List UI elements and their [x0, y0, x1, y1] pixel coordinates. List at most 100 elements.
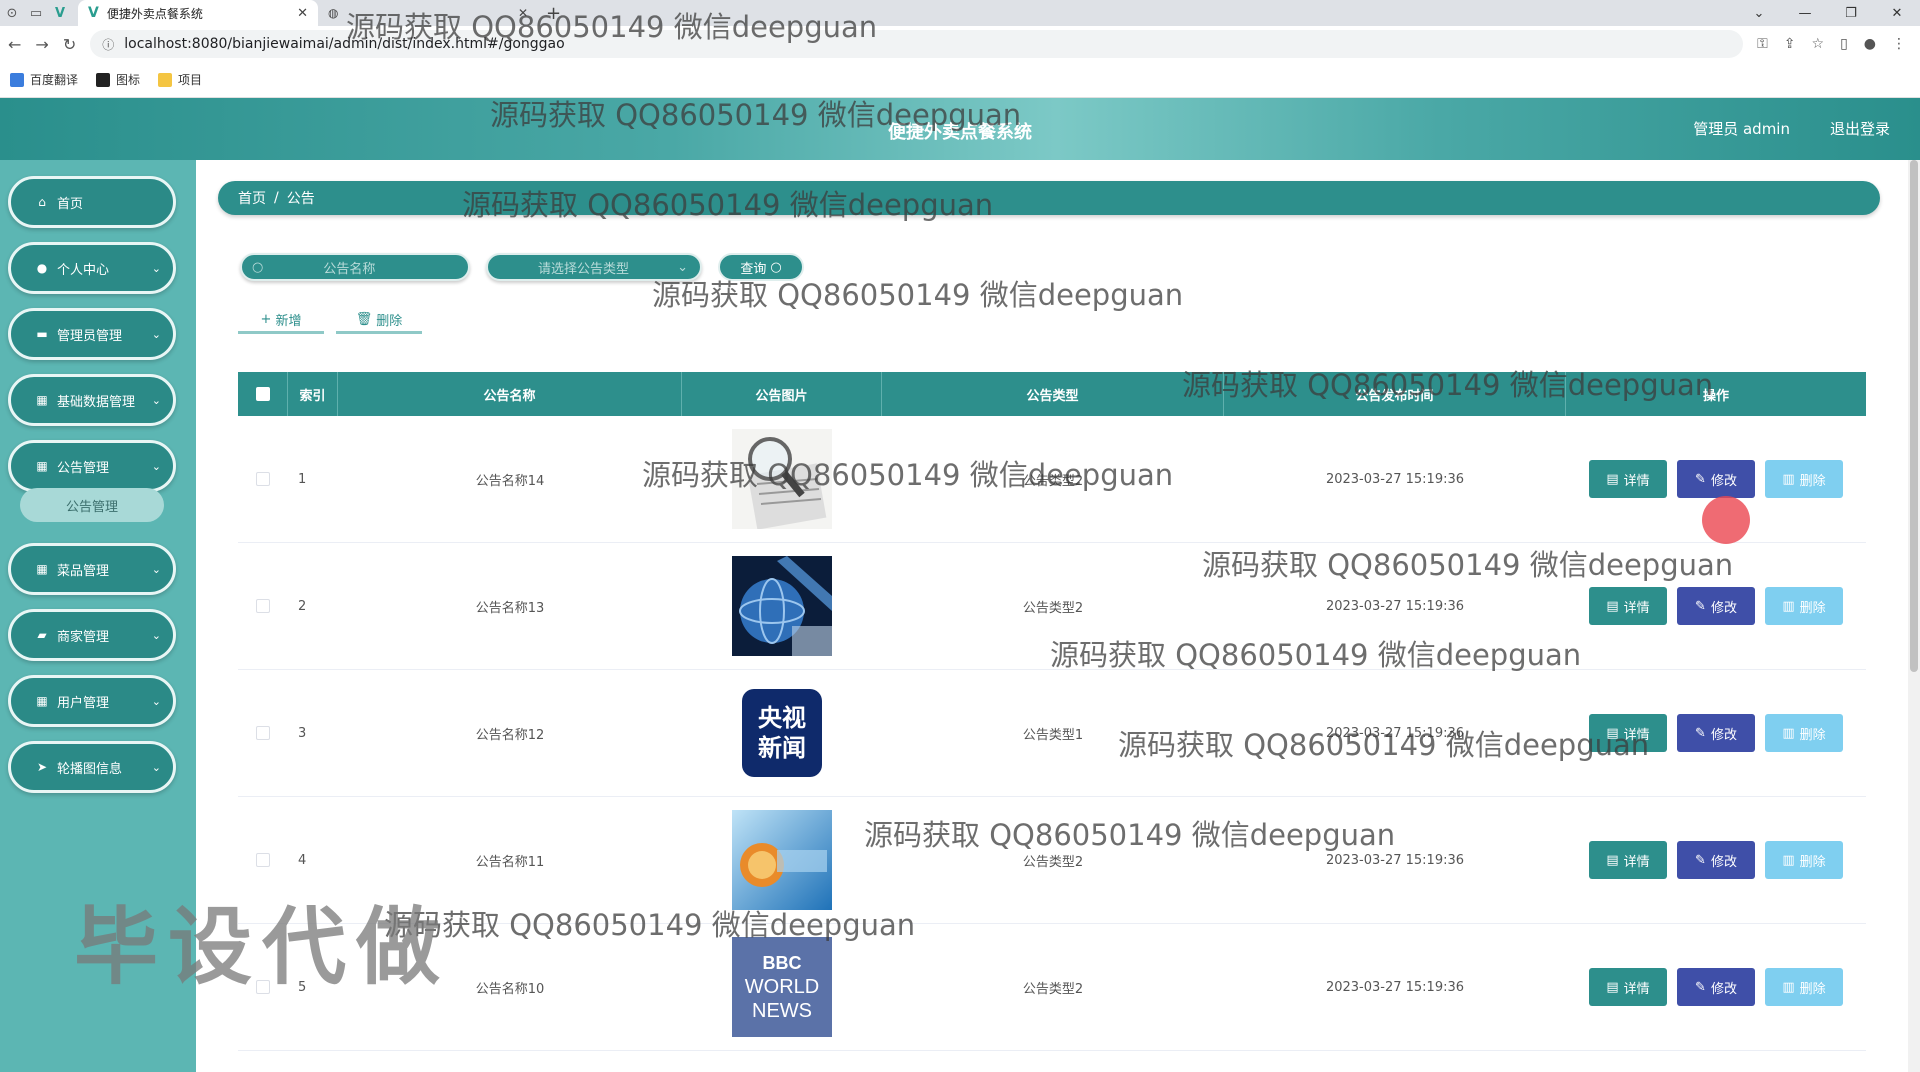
app-title: 便捷外卖点餐系统	[888, 122, 1032, 143]
bookmark-icons[interactable]: 图标	[96, 71, 140, 88]
query-button[interactable]: 查询 ○	[718, 253, 804, 281]
row-type: 公告类型2	[1022, 854, 1084, 870]
detail-button[interactable]: ▤ 详情	[1589, 714, 1667, 752]
close-window-icon[interactable]: ✕	[1874, 0, 1920, 26]
scrollbar-thumb[interactable]	[1910, 160, 1918, 672]
edit-button[interactable]: ✎ 修改	[1677, 460, 1755, 498]
header-name: 公告名称	[338, 372, 682, 416]
doc-icon: ▤	[1606, 725, 1619, 741]
cctv-news-image: 央视 新闻	[732, 683, 832, 783]
edit-button[interactable]: ✎ 修改	[1677, 968, 1755, 1006]
notice-name-search-input[interactable]: ○ 公告名称	[240, 253, 470, 281]
sidebar-item-profile[interactable]: ● 个人中心 ⌄	[8, 242, 176, 294]
grid-icon: ▦	[36, 459, 48, 473]
chevron-down-icon: ⌄	[151, 628, 161, 642]
submenu-notice-management[interactable]: 公告管理	[20, 488, 164, 522]
row-index: 3	[298, 725, 307, 741]
back-icon[interactable]: ←	[8, 35, 21, 54]
table-row: 5 公告名称10 BBC WORLD NEWS 公告类型2 2023-03-27…	[238, 924, 1866, 1051]
new-tab-button[interactable]: +	[538, 3, 569, 24]
more-icon[interactable]: ⋮	[1892, 36, 1906, 52]
trash-icon: ▥	[1782, 979, 1795, 995]
detail-button[interactable]: ▤ 详情	[1589, 587, 1667, 625]
close-tab-icon[interactable]: ✕	[297, 6, 308, 21]
vue-tab-icon[interactable]: V	[48, 0, 72, 26]
delete-button[interactable]: ▥ 删除	[1765, 841, 1843, 879]
pencil-icon: ✎	[1695, 725, 1706, 741]
close-tab2-icon[interactable]: ✕	[518, 6, 528, 20]
browser-menu-icon[interactable]: ⊙	[0, 0, 24, 26]
header-image: 公告图片	[682, 372, 882, 416]
reload-icon[interactable]: ↻	[63, 35, 76, 54]
delete-button[interactable]: ▥ 删除	[1765, 587, 1843, 625]
row-checkbox[interactable]	[256, 599, 270, 613]
chevron-down-icon: ⌄	[151, 694, 161, 708]
folder-icon	[158, 72, 173, 87]
logout-button[interactable]: 退出登录	[1830, 118, 1890, 139]
chevron-down-icon: ⌄	[151, 261, 161, 275]
forward-icon[interactable]: →	[35, 35, 48, 54]
add-button[interactable]: + 新增	[238, 308, 324, 334]
row-type: 公告类型2	[1022, 600, 1084, 616]
sidebar-item-merchants[interactable]: ▰ 商家管理 ⌄	[8, 609, 176, 661]
table-row: 2 公告名称13 公告类型2 2023-03-27 15:19:36 ▤ 详情 ✎…	[238, 543, 1866, 670]
chevron-down-icon: ⌄	[151, 459, 161, 473]
table-row: 3 公告名称12 央视 新闻 公告类型1 2023-03-27 15:19:36…	[238, 670, 1866, 797]
trash-icon: ▥	[1782, 725, 1795, 741]
restore-icon[interactable]: ❐	[1828, 0, 1874, 26]
chevron-down-icon: ⌄	[151, 327, 161, 341]
edit-button[interactable]: ✎ 修改	[1677, 587, 1755, 625]
sidebar-item-dishes[interactable]: ▦ 菜品管理 ⌄	[8, 543, 176, 595]
user-icon: ●	[36, 261, 48, 275]
sidebar-item-home[interactable]: ⌂ 首页	[8, 176, 176, 228]
browser-tab-2[interactable]: ◍ ✕	[318, 0, 538, 26]
row-index: 1	[298, 471, 307, 487]
delete-button[interactable]: ▥ 删除	[1765, 968, 1843, 1006]
sidepanel-icon[interactable]: ▯	[1840, 36, 1848, 52]
table-row: 4 公告名称11 公告类型2 2023-03-27 15:19:36 ▤ 详情 ✎…	[238, 797, 1866, 924]
star-icon[interactable]: ☆	[1812, 36, 1825, 52]
delete-button[interactable]: ▥ 删除	[1765, 714, 1843, 752]
row-name: 公告名称14	[475, 473, 545, 489]
edit-button[interactable]: ✎ 修改	[1677, 841, 1755, 879]
page-scrollbar[interactable]	[1908, 160, 1920, 1072]
bookmark-translate[interactable]: 百度翻译	[10, 71, 78, 88]
blue-news-image	[732, 810, 832, 910]
trash-icon: ▥	[1782, 598, 1795, 614]
home-icon: ⌂	[38, 195, 46, 209]
row-checkbox[interactable]	[256, 980, 270, 994]
detail-button[interactable]: ▤ 详情	[1589, 841, 1667, 879]
sidebar-item-admins[interactable]: ▬ 管理员管理 ⌄	[8, 308, 176, 360]
notice-type-select[interactable]: 请选择公告类型 ⌄	[486, 253, 702, 281]
row-name: 公告名称10	[475, 981, 545, 997]
delete-button[interactable]: ▥ 删除	[1765, 460, 1843, 498]
sidebar-item-carousel[interactable]: ➤ 轮播图信息 ⌄	[8, 741, 176, 793]
url-field[interactable]: ⓘ localhost:8080/bianjiewaimai/admin/dis…	[90, 30, 1744, 58]
edit-button[interactable]: ✎ 修改	[1677, 714, 1755, 752]
tab-search-icon[interactable]: ⌄	[1736, 0, 1782, 26]
select-all-checkbox[interactable]	[255, 387, 270, 401]
browser-tab-active[interactable]: V 便捷外卖点餐系统 ✕	[78, 0, 318, 26]
row-checkbox[interactable]	[256, 472, 270, 486]
globe-news-image	[732, 556, 832, 656]
share-icon[interactable]: ⇪	[1784, 36, 1796, 52]
bookmark-projects[interactable]: 项目	[158, 71, 202, 88]
header-time: 公告发布时间	[1224, 372, 1566, 416]
breadcrumb-home[interactable]: 首页	[238, 188, 266, 208]
batch-delete-button[interactable]: 🗑 删除	[336, 308, 422, 334]
key-icon[interactable]: ⚿	[1757, 36, 1768, 52]
minimize-icon[interactable]: —	[1782, 0, 1828, 26]
sidebar-item-users[interactable]: ▦ 用户管理 ⌄	[8, 675, 176, 727]
row-checkbox[interactable]	[256, 853, 270, 867]
row-checkbox[interactable]	[256, 726, 270, 740]
detail-button[interactable]: ▤ 详情	[1589, 968, 1667, 1006]
address-bar: ← → ↻ ⓘ localhost:8080/bianjiewaimai/adm…	[0, 26, 1920, 62]
tab-stub-icon[interactable]: ▭	[24, 0, 48, 26]
site-info-icon[interactable]: ⓘ	[102, 36, 114, 53]
sidebar-item-notices[interactable]: ▦ 公告管理 ⌄	[8, 440, 176, 492]
chat-icon: ▰	[37, 628, 47, 642]
sidebar-item-basic-data[interactable]: ▦ 基础数据管理 ⌄	[8, 374, 176, 426]
detail-button[interactable]: ▤ 详情	[1589, 460, 1667, 498]
row-time: 2023-03-27 15:19:36	[1325, 979, 1465, 995]
profile-icon[interactable]: ●	[1864, 36, 1876, 52]
